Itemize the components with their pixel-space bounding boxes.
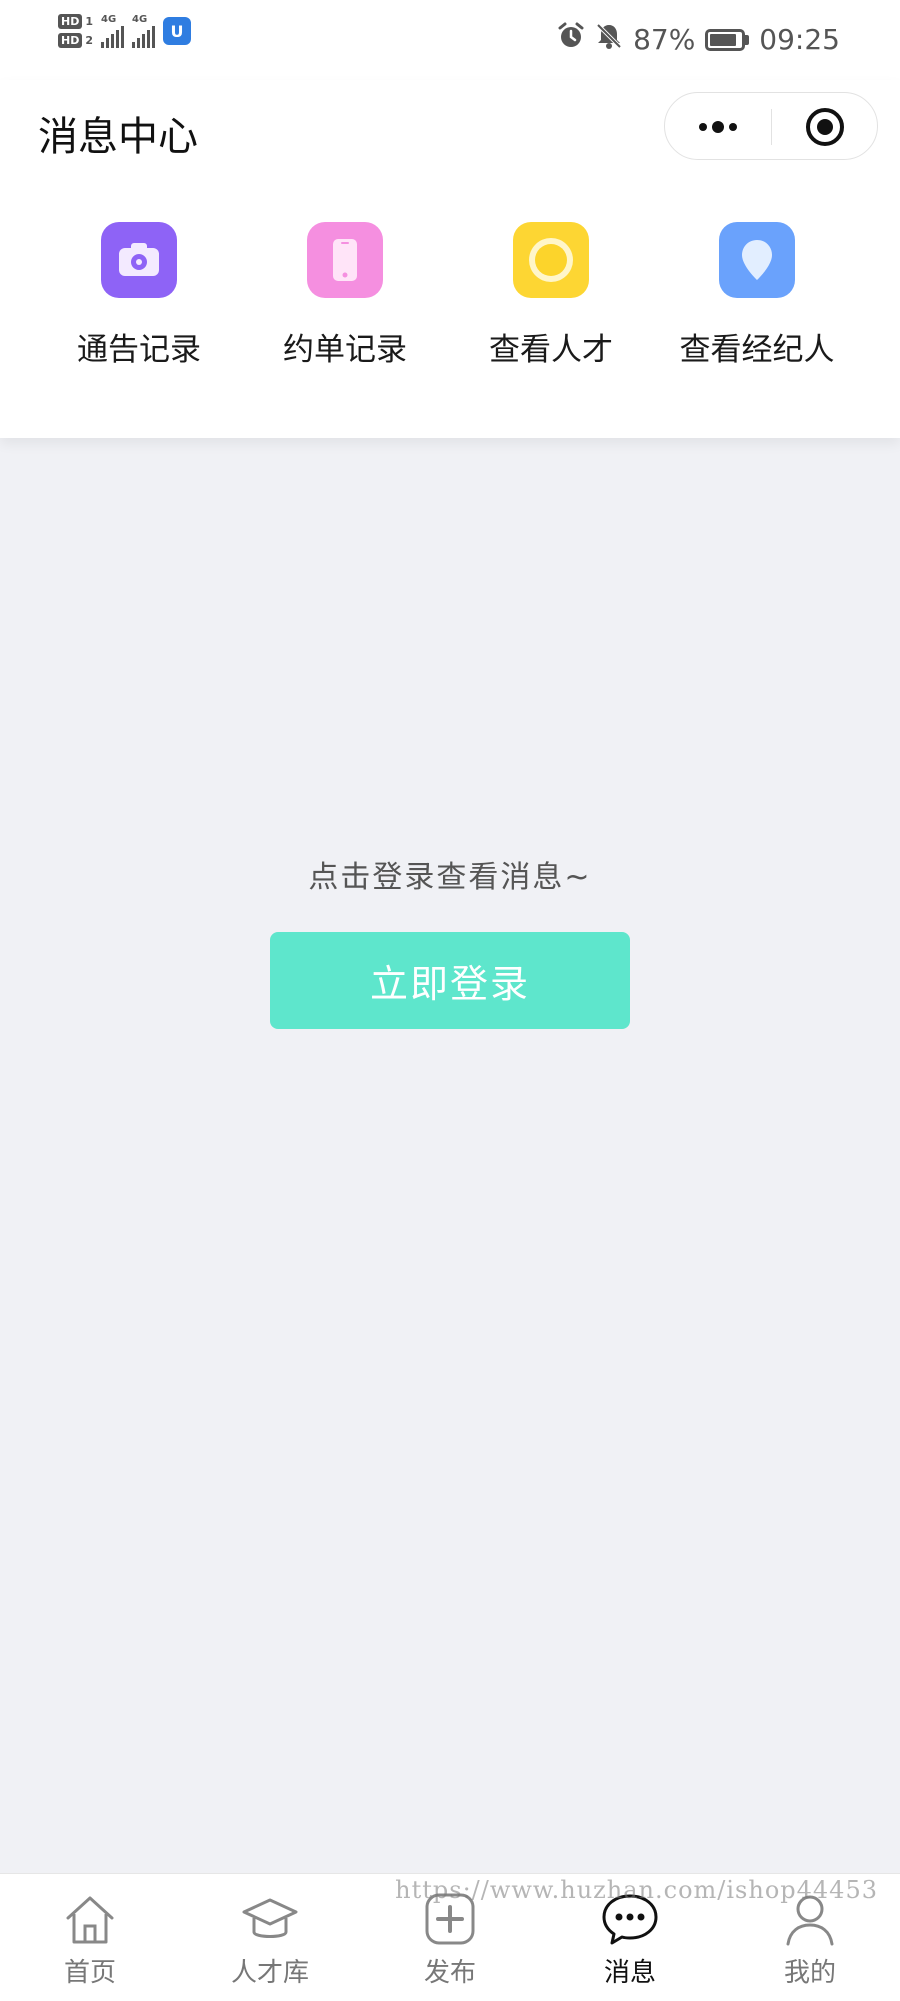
quick-action-order-records[interactable]: 约单记录 (242, 222, 448, 369)
sim-2-number: 2 (85, 34, 93, 47)
battery-icon (705, 28, 750, 51)
hd-badge-2: HD (58, 33, 83, 48)
quick-action-view-agents[interactable]: 查看经纪人 (654, 222, 860, 369)
header-panel: 消息中心 通告记录 约单记录 查看人才 查看经纪人 (0, 80, 900, 438)
tab-label: 首页 (63, 1958, 116, 1988)
signal-icon-1: 4G (101, 14, 124, 48)
quick-action-view-talent[interactable]: 查看人才 (448, 222, 654, 369)
sim-indicators: HD 1 HD 2 (58, 14, 93, 48)
page-title: 消息中心 (38, 114, 198, 160)
quick-action-notice-records[interactable]: 通告记录 (36, 222, 242, 369)
clock: 09:25 (759, 23, 840, 56)
ring-icon (513, 222, 589, 298)
login-button[interactable]: 立即登录 (270, 932, 630, 1029)
status-bar: HD 1 HD 2 4G 4G U 87% 09:25 (0, 0, 900, 80)
quick-action-label: 通告记录 (77, 332, 201, 368)
close-miniprogram-icon (806, 108, 844, 146)
alarm-icon (557, 22, 585, 57)
quick-action-label: 查看人才 (489, 332, 613, 368)
camera-icon (101, 222, 177, 298)
network-type-2: 4G (132, 14, 148, 25)
app-notification-icon: U (163, 17, 191, 45)
graduation-cap-icon (242, 1898, 298, 1938)
tab-label: 我的 (783, 1958, 836, 1988)
more-icon (699, 121, 737, 133)
quick-action-label: 查看经纪人 (679, 332, 835, 368)
close-miniprogram-button[interactable] (772, 93, 878, 161)
status-left: HD 1 HD 2 4G 4G U (58, 14, 191, 48)
network-type-1: 4G (101, 14, 117, 25)
quick-actions: 通告记录 约单记录 查看人才 查看经纪人 (0, 222, 900, 369)
tab-label: 发布 (423, 1958, 476, 1988)
tab-label: 消息 (603, 1958, 656, 1988)
hd-badge-1: HD (58, 14, 83, 29)
login-hint: 点击登录查看消息~ (308, 860, 592, 895)
location-pin-icon (719, 222, 795, 298)
tab-label: 人才库 (230, 1958, 309, 1988)
quick-action-label: 约单记录 (283, 332, 407, 368)
sim-1-number: 1 (85, 15, 93, 28)
tab-talent-pool[interactable]: 人才库 (180, 1874, 360, 2001)
tab-home[interactable]: 首页 (0, 1874, 180, 2001)
battery-percent: 87% (633, 23, 696, 56)
battery-fill (710, 33, 737, 46)
more-button[interactable] (665, 93, 771, 161)
phone-icon (307, 222, 383, 298)
signal-icon-2: 4G (132, 14, 155, 48)
watermark: https://www.huzhan.com/ishop44453 (395, 1876, 878, 1904)
home-icon (66, 1896, 114, 1944)
status-right: 87% 09:25 (557, 22, 840, 57)
miniprogram-capsule (664, 92, 878, 160)
mute-bell-icon (595, 22, 623, 57)
